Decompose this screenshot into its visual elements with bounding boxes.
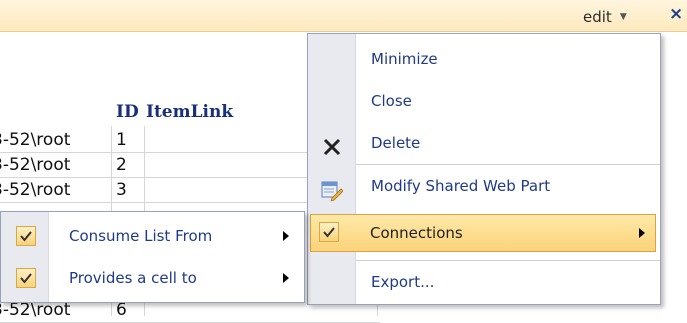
submenu-item-provides-a-cell-to[interactable]: Provides a cell to: [1, 257, 304, 299]
chevron-down-icon: ▼: [619, 12, 627, 22]
menu-item-label: Delete: [371, 134, 421, 152]
menu-item-label: Close: [371, 92, 412, 110]
submenu-arrow-icon: [283, 231, 289, 241]
checkmark-icon: [319, 222, 341, 244]
menu-item-modify-shared-web-part[interactable]: Modify Shared Web Part: [308, 165, 660, 207]
menu-item-label: Connections: [370, 224, 463, 242]
cell-owner: 3-52\root: [0, 130, 71, 150]
column-header-itemlink[interactable]: ItemLink: [146, 96, 233, 128]
menu-item-minimize[interactable]: Minimize: [308, 38, 660, 80]
delete-x-icon: [321, 132, 343, 156]
menu-item-label: Export...: [371, 273, 435, 291]
menu-item-connections[interactable]: Connections: [310, 214, 656, 252]
submenu-arrow-icon: [283, 273, 289, 283]
submenu-item-consume-list-from[interactable]: Consume List From: [1, 215, 304, 257]
webpart-titlebar: edit ▼ ×: [0, 0, 687, 32]
cell-id: 3: [116, 180, 127, 200]
menu-item-label: Modify Shared Web Part: [371, 177, 551, 195]
cell-id: 1: [116, 130, 127, 150]
cell-id: 2: [116, 155, 127, 175]
menu-item-label: Minimize: [371, 50, 438, 68]
column-header-id[interactable]: ID: [116, 96, 139, 128]
checkmark-icon: [16, 268, 36, 288]
menu-item-close[interactable]: Close: [308, 80, 660, 122]
edit-webpart-icon: [321, 175, 344, 202]
webpart-context-menu: Minimize Close Delete Modify Shared Web …: [307, 33, 661, 305]
edit-menu-button[interactable]: edit ▼: [577, 6, 633, 28]
connections-submenu: Consume List From Provides a cell to: [0, 211, 305, 303]
cell-owner: 3-52\root: [0, 155, 71, 175]
cell-owner: 3-52\root: [0, 180, 71, 200]
edit-label: edit: [583, 8, 612, 26]
menu-item-export[interactable]: Export...: [308, 261, 660, 303]
submenu-item-label: Provides a cell to: [69, 269, 197, 287]
checkmark-icon: [16, 226, 36, 246]
submenu-arrow-icon: [639, 228, 645, 238]
submenu-item-label: Consume List From: [69, 227, 213, 245]
close-icon[interactable]: ×: [669, 4, 683, 24]
menu-item-delete[interactable]: Delete: [308, 122, 660, 164]
